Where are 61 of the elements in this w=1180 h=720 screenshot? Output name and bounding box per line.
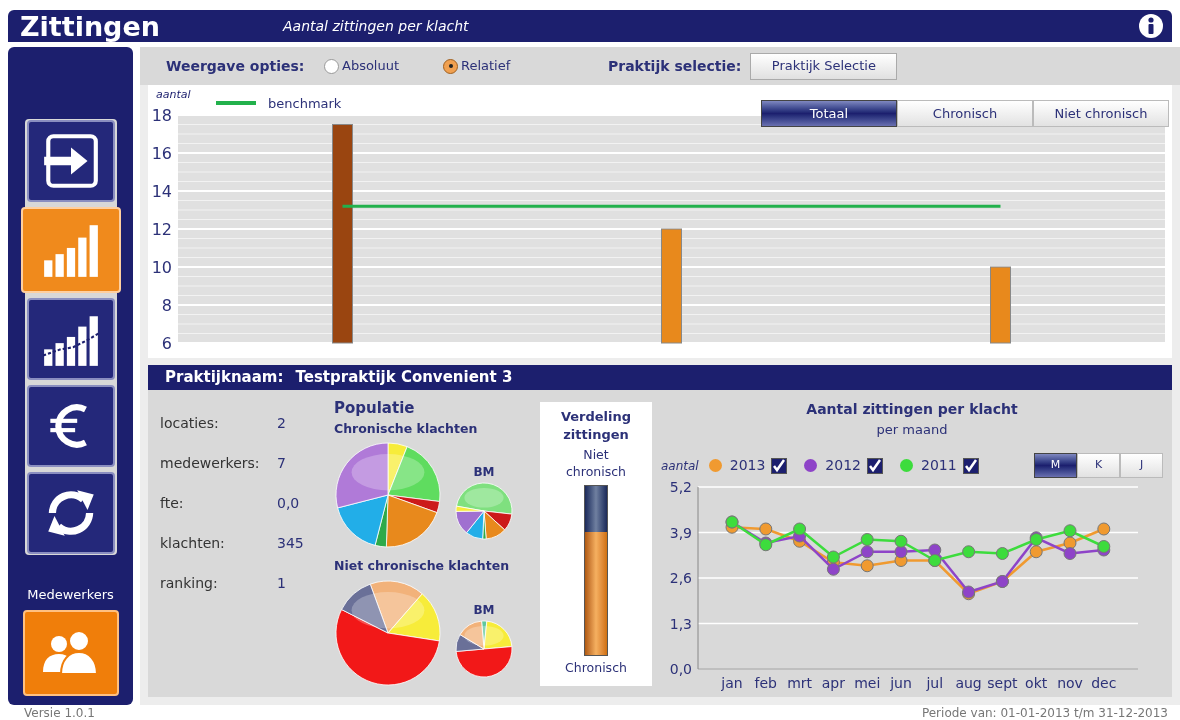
- stat-label: medewerkers:: [160, 454, 261, 473]
- pie-title: Chronische klachten: [334, 419, 479, 438]
- benchmark-label: BM: [473, 602, 495, 619]
- axis-label: aantal: [661, 457, 699, 475]
- axis-tick-label: aug: [955, 674, 982, 691]
- stat-value: 1: [277, 574, 286, 593]
- period-text: Periode van: 01-01-2013 t/m 31-12-2013: [921, 706, 1168, 719]
- distribution-title: Verdeling zittingen: [559, 408, 633, 444]
- axis-tick-label: jan: [721, 674, 743, 691]
- stat-label: klachten:: [160, 534, 226, 553]
- legend-label: 2013: [729, 456, 766, 475]
- axis-tick-label: nov: [1057, 674, 1083, 691]
- axis-tick-label: 16: [151, 144, 172, 163]
- chart-subtitle: per maand: [876, 421, 948, 439]
- legend-label: 2012: [825, 456, 861, 475]
- axis-tick-label: mei: [854, 674, 881, 691]
- axis-tick-label: 3,9: [669, 524, 692, 540]
- radio-label: Relatief: [461, 57, 511, 76]
- stat-value: 7: [277, 454, 286, 473]
- axis-tick-label: feb: [754, 674, 777, 691]
- bar-bottom-label: Chronisch: [565, 659, 627, 677]
- stat-value: 0,0: [277, 494, 300, 513]
- axis-tick-label: mrt: [787, 674, 813, 691]
- stat-label: ranking:: [160, 574, 219, 593]
- axis-tick-label: 10: [151, 258, 172, 277]
- practice-name: Testpraktijk Convenient 3: [295, 367, 513, 389]
- stat-value: 345: [277, 534, 304, 553]
- axis-tick-label: 2,6: [669, 569, 692, 586]
- stat-value: 2: [277, 414, 286, 433]
- legend-label: 2011: [921, 456, 957, 475]
- chart-title: Aantal zittingen per klacht: [806, 400, 1018, 418]
- axis-tick-label: 0,0: [669, 660, 692, 677]
- stat-label: locaties:: [160, 414, 220, 433]
- axis-tick-label: 14: [151, 182, 172, 201]
- axis-label: aantal: [156, 88, 191, 101]
- axis-tick-label: 18: [151, 106, 172, 125]
- practice-label: Praktijk selectie:: [608, 56, 742, 76]
- axis-tick-label: 6: [161, 334, 172, 353]
- staff-label: Medewerkers: [27, 586, 114, 604]
- app-title: Zittingen: [20, 12, 161, 40]
- axis-tick-label: apr: [821, 674, 845, 691]
- radio-label: Absoluut: [342, 57, 400, 76]
- version-text: Versie 1.0.1: [24, 706, 95, 719]
- axis-tick-label: 12: [151, 220, 172, 239]
- page-subtitle: Aantal zittingen per klacht: [283, 16, 470, 36]
- legend-label: benchmark: [268, 96, 342, 111]
- axis-tick-label: jun: [890, 674, 912, 691]
- axis-tick-label: 1,3: [669, 615, 692, 631]
- practice-name-label: Praktijknaam:: [165, 367, 284, 389]
- bar-top-label: Niet chronisch: [565, 446, 627, 480]
- axis-tick-label: jul: [926, 674, 944, 691]
- population-title: Populatie: [334, 398, 416, 419]
- pie-title: Niet chronische klachten: [334, 557, 511, 576]
- axis-tick-label: 5,2: [669, 479, 692, 495]
- axis-tick-label: dec: [1091, 674, 1117, 691]
- benchmark-label: BM: [473, 464, 495, 482]
- options-label: Weergave opties:: [166, 56, 306, 76]
- axis-tick-label: okt: [1025, 674, 1048, 691]
- axis-tick-label: sept: [987, 674, 1018, 691]
- axis-tick-label: 8: [161, 296, 172, 315]
- stat-label: fte:: [160, 494, 185, 513]
